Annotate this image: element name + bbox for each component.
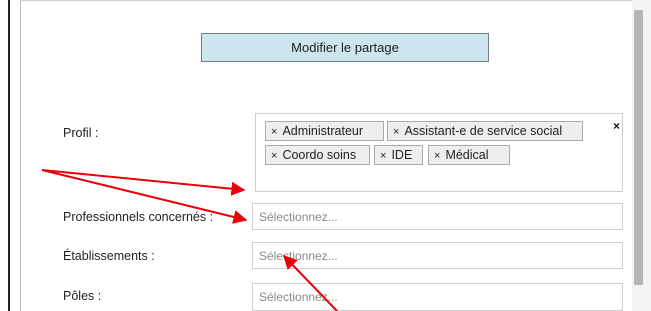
arrow-to-profile-box (41, 169, 246, 196)
arrow-to-professionals-select (41, 169, 248, 224)
arrow-to-establishments-select (283, 254, 338, 311)
annotation-arrows (41, 169, 338, 311)
